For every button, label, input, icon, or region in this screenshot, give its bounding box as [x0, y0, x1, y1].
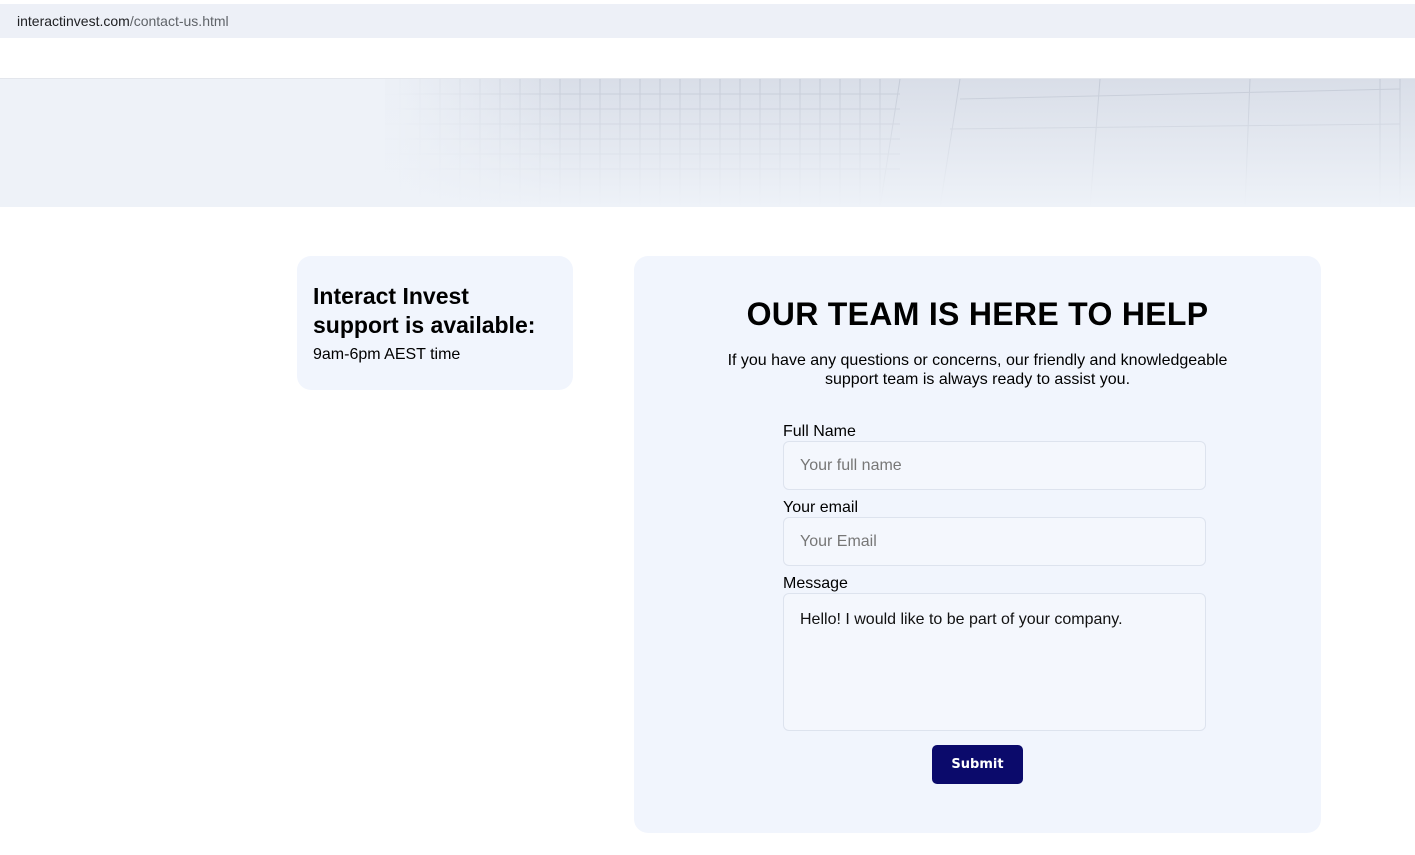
full-name-label: Full Name — [783, 423, 856, 440]
building-image — [0, 79, 1415, 207]
email-label: Your email — [783, 499, 859, 516]
url-text[interactable]: interactinvest.com/contact-us.html — [17, 13, 229, 29]
full-name-input[interactable] — [783, 441, 1206, 490]
message-label: Message — [783, 575, 848, 592]
support-title: Interact Invest support is available: — [313, 283, 536, 338]
support-hours: 9am-6pm AEST time — [313, 346, 461, 363]
support-hours-card: Interact Invest support is available: 9a… — [297, 256, 573, 390]
form-title: OUR TEAM IS HERE TO HELP — [746, 296, 1209, 332]
address-bar[interactable]: s interactinvest.com/contact-us.html — [0, 4, 1415, 38]
hero-banner — [0, 79, 1415, 207]
message-textarea[interactable]: Hello! I would like to be part of your c… — [783, 593, 1206, 731]
contact-form-card: OUR TEAM IS HERE TO HELP If you have any… — [634, 256, 1321, 833]
submit-button[interactable]: Submit — [932, 745, 1023, 784]
form-subtitle: If you have any questions or concerns, o… — [727, 352, 1228, 388]
url-path: /contact-us.html — [129, 13, 229, 29]
site-navbar — [0, 38, 1415, 79]
email-input[interactable] — [783, 517, 1206, 566]
url-domain: interactinvest.com — [17, 13, 130, 29]
site-info-icon[interactable]: s — [0, 13, 6, 29]
